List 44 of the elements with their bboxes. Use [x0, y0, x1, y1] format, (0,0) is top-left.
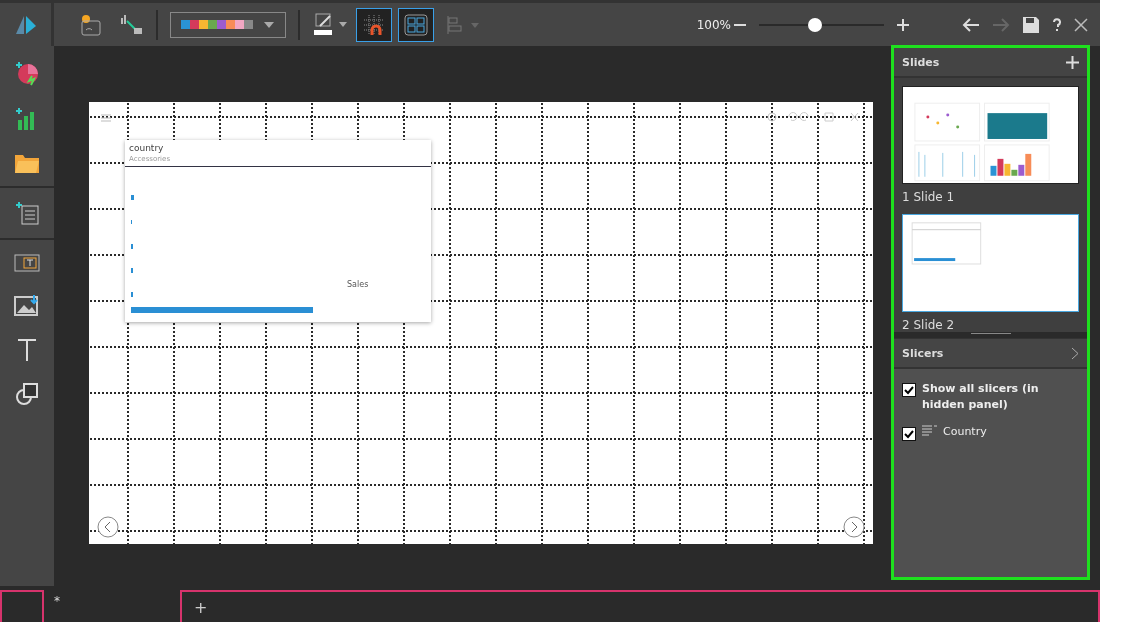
axis-label: Sales: [347, 280, 369, 289]
add-table-icon[interactable]: [14, 200, 40, 226]
document-tab[interactable]: *: [54, 594, 60, 622]
palette-dropdown[interactable]: [170, 11, 286, 38]
add-tab-button[interactable]: +: [194, 597, 208, 617]
logo-icon: [13, 13, 38, 36]
shapes-icon[interactable]: [15, 382, 39, 406]
slide-label[interactable]: 2 Slide 2: [902, 318, 955, 332]
slider-thumb[interactable]: [808, 17, 823, 32]
magnet-grid-icon: [362, 12, 386, 37]
close-icon[interactable]: [1074, 17, 1088, 32]
checkbox[interactable]: [902, 427, 916, 441]
folder-icon[interactable]: [14, 152, 40, 174]
background-color-icon[interactable]: [312, 11, 350, 38]
zoom-reading: 100%: [696, 17, 731, 32]
text-box-icon[interactable]: [14, 252, 40, 274]
slide-thumbnail[interactable]: [902, 86, 1079, 184]
chevron-right-icon[interactable]: [1071, 346, 1079, 360]
previous-slide-icon[interactable]: [97, 516, 119, 538]
splitter-handle[interactable]: [894, 332, 1087, 339]
undo-icon[interactable]: [962, 17, 980, 32]
checkbox[interactable]: [902, 383, 916, 397]
menu-tab[interactable]: [0, 590, 44, 622]
option-label: Show all slicers (in hidden panel): [922, 381, 1040, 413]
next-slide-icon[interactable]: [843, 516, 865, 538]
slicer-label: Country: [943, 425, 987, 438]
layout-grid-icon: [404, 13, 428, 36]
panel-title: Slicers: [902, 346, 944, 360]
widget-title: country: [128, 142, 165, 153]
chart-add-icon[interactable]: [14, 60, 40, 86]
caret-icon: [263, 20, 275, 29]
image-icon[interactable]: [14, 294, 40, 318]
save-icon[interactable]: [1022, 15, 1040, 34]
help-icon[interactable]: [1052, 17, 1062, 32]
text-icon[interactable]: [16, 338, 38, 362]
menu-icon[interactable]: [101, 114, 111, 122]
snap-to-grid-button[interactable]: [356, 7, 392, 42]
list-icon: [922, 425, 937, 436]
panel-title: Slides: [902, 55, 940, 69]
slide-thumbnail[interactable]: [902, 214, 1079, 312]
add-icon[interactable]: [1066, 55, 1079, 69]
zoom-in-icon[interactable]: [896, 17, 910, 32]
layout-button[interactable]: [398, 7, 434, 42]
slide-label[interactable]: 1 Slide 1: [902, 190, 955, 204]
